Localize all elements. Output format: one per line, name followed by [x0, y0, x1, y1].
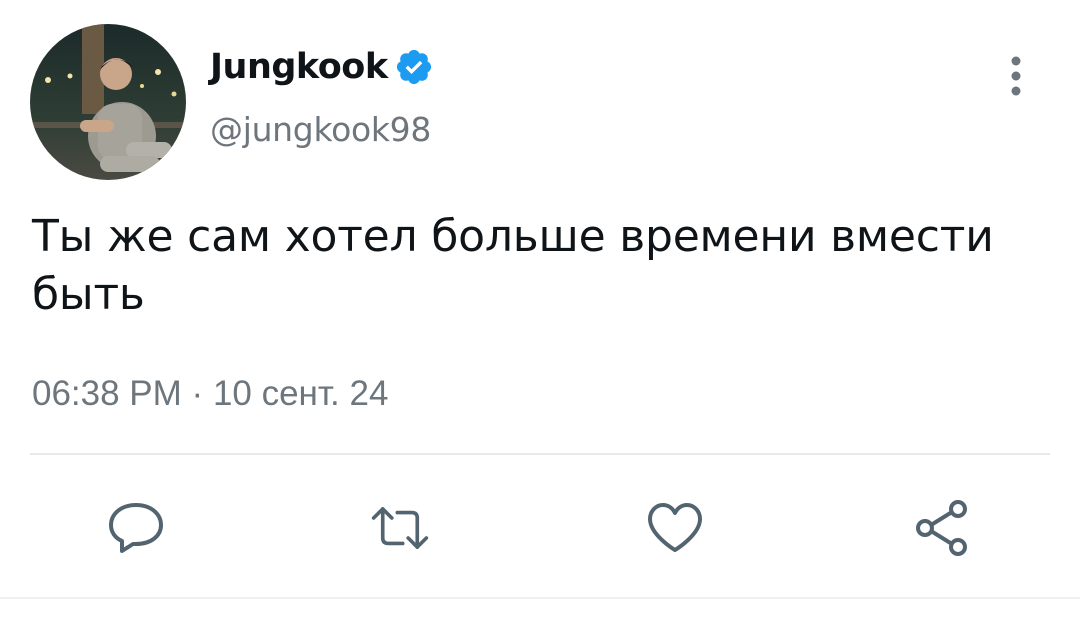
- tweet-text: Ты же сам хотел больше времени вмести бы…: [32, 211, 994, 320]
- tweet-meta: 06:38 PM · 10 сент. 24: [32, 374, 388, 414]
- share-button[interactable]: [912, 498, 972, 558]
- tweet-date[interactable]: 10 сент. 24: [213, 374, 388, 413]
- divider: [30, 453, 1050, 455]
- bottom-divider: [0, 597, 1080, 599]
- avatar-image: [30, 24, 186, 180]
- author-handle[interactable]: @jungkook98: [210, 110, 431, 149]
- reply-button[interactable]: [106, 498, 166, 558]
- like-button[interactable]: [645, 498, 705, 558]
- author-display-name[interactable]: Jungkook: [210, 47, 388, 87]
- retweet-icon: [371, 507, 429, 549]
- heart-icon: [648, 503, 702, 552]
- more-vertical-icon[interactable]: [1003, 55, 1029, 97]
- tweet-time[interactable]: 06:38 PM: [32, 374, 182, 413]
- avatar[interactable]: [30, 24, 186, 180]
- retweet-button[interactable]: [370, 498, 430, 558]
- meta-separator: ·: [191, 374, 204, 413]
- share-icon: [916, 500, 967, 556]
- verified-badge-icon: [394, 47, 434, 87]
- speech-bubble-icon: [109, 503, 163, 553]
- author-name-row[interactable]: Jungkook: [210, 44, 434, 90]
